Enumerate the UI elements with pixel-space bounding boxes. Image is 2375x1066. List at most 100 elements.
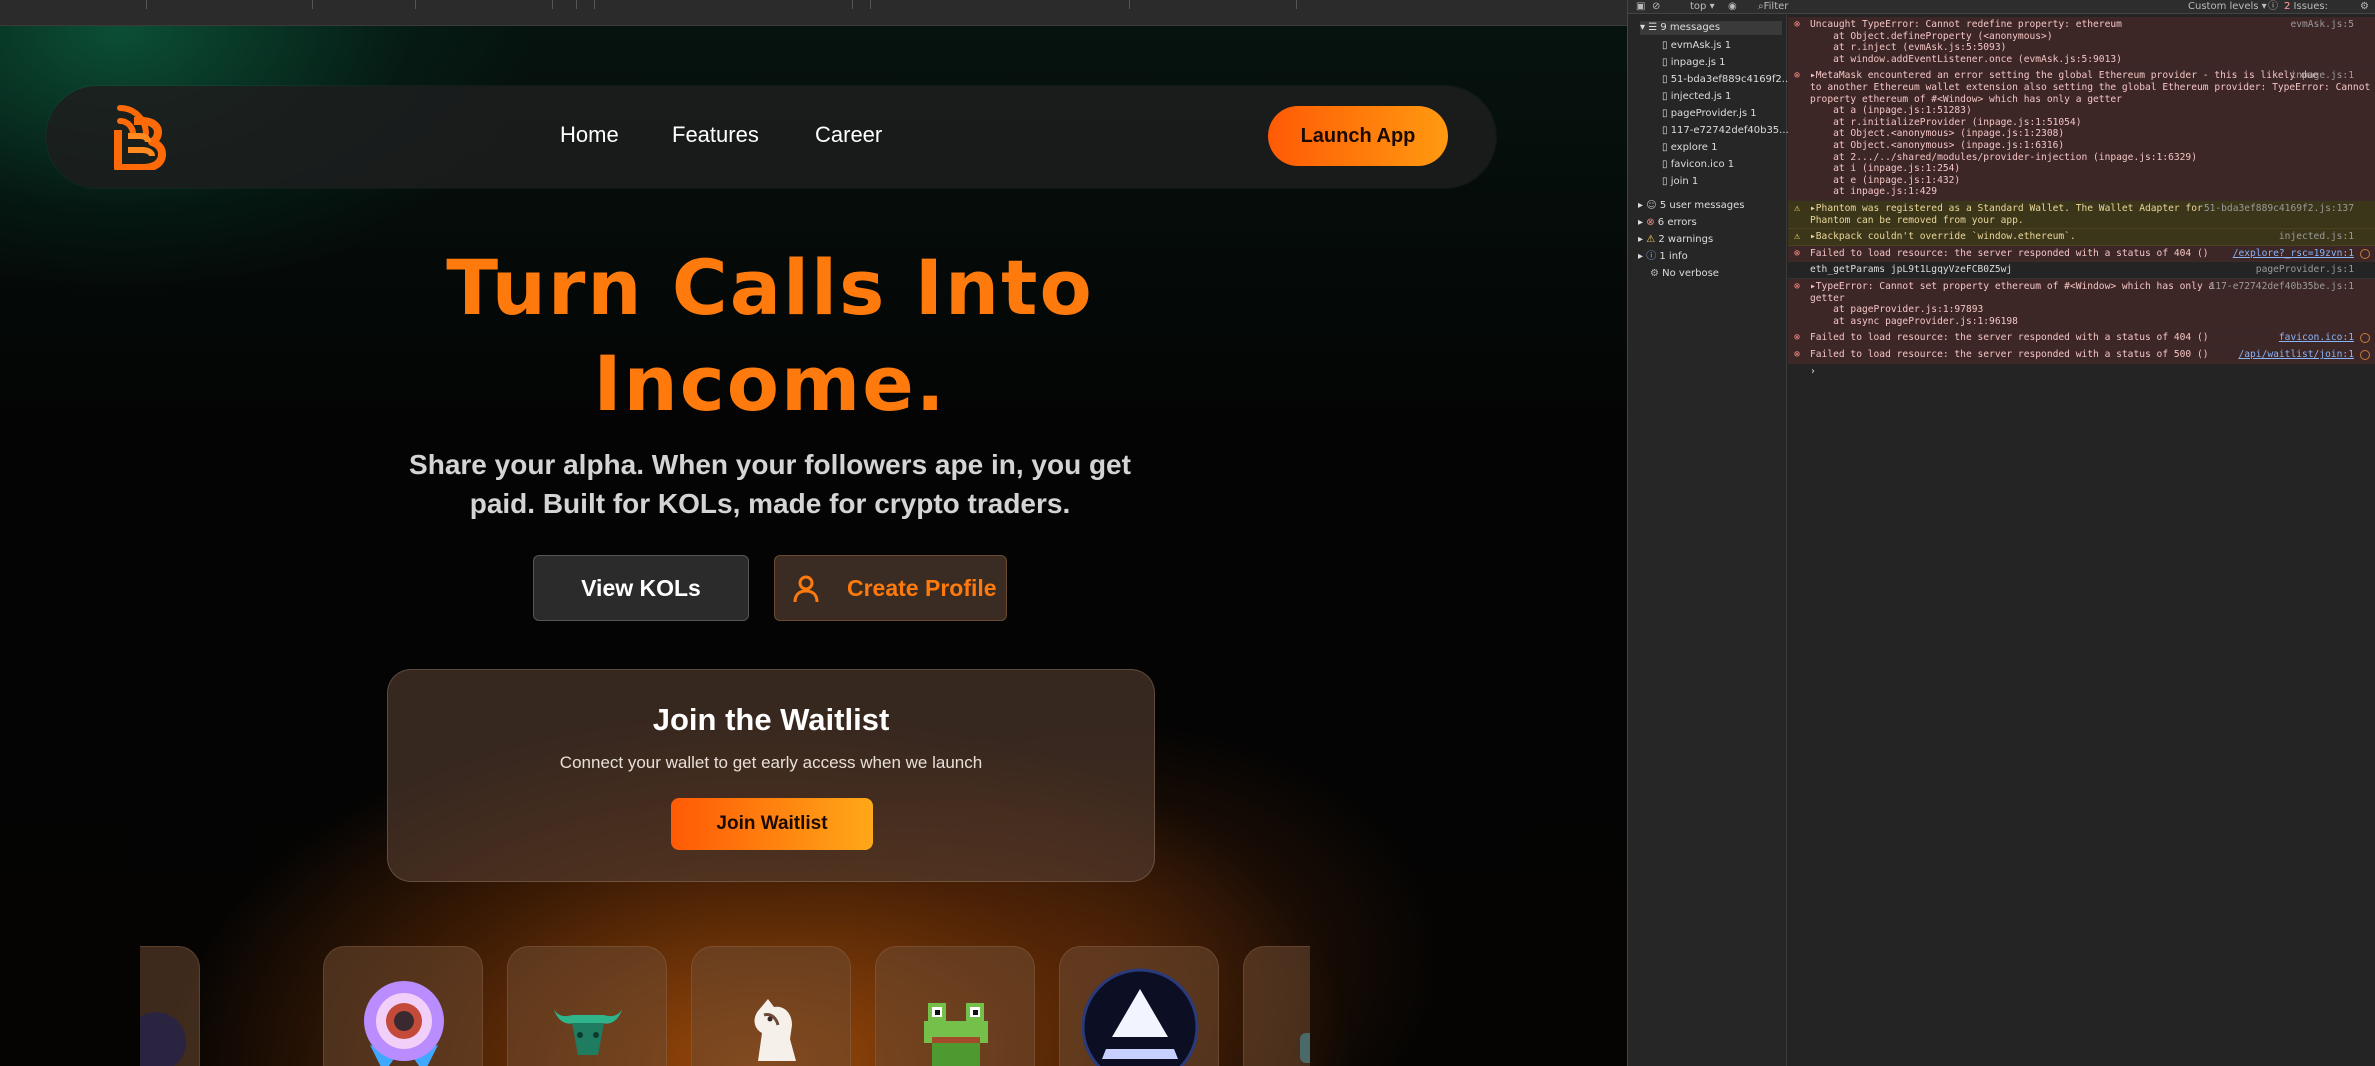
log-source-link[interactable]: favicon.ico:1 <box>2279 332 2354 344</box>
warning-icon: ⚠ <box>1646 234 1656 245</box>
create-profile-button[interactable]: Create Profile <box>774 555 1007 621</box>
join-waitlist-button[interactable]: Join Waitlist <box>671 798 873 850</box>
file-count: 1 <box>1711 142 1718 153</box>
console-error-row[interactable]: ⊗ Uncaught TypeError: Cannot redefine pro… <box>1788 17 2375 69</box>
sidebar-file-item[interactable]: ▯ 51-bda3ef889c4169f2... <box>1662 73 1791 87</box>
nav-link-career[interactable]: Career <box>815 122 882 148</box>
create-profile-label: Create Profile <box>847 574 997 601</box>
console-error-row[interactable]: ⊗ ▸MetaMask encountered an error setting … <box>1788 68 2375 201</box>
waitlist-subtitle: Connect your wallet to get early access … <box>559 753 983 772</box>
logo[interactable] <box>112 104 170 172</box>
verbose-icon: ⚙ <box>1650 268 1659 279</box>
log-source-link[interactable]: 117-e72742def40b35be.js:1 <box>2210 281 2354 293</box>
file-name: injected.js <box>1670 91 1722 102</box>
sidebar-file-item[interactable]: ▯ join 1 <box>1662 175 1698 189</box>
log-source-link[interactable]: injected.js:1 <box>2279 231 2354 243</box>
devtools-panel: ▣ ⊘ top ▾ ◉ ⌕ Filter Custom levels ▾ ⓘ 2… <box>1627 0 2375 1066</box>
file-name: join <box>1670 176 1689 187</box>
console-error-row[interactable]: ⊗ Failed to load resource: the server res… <box>1788 347 2375 364</box>
console-log: ⊗ Uncaught TypeError: Cannot redefine pro… <box>1788 15 2375 1066</box>
context-select[interactable]: top ▾ <box>1690 0 1715 13</box>
sidebar-info[interactable]: ▸ ⓘ 1 info <box>1638 250 1688 264</box>
warning-icon: ⚠ <box>1794 231 1801 243</box>
filter-input[interactable]: ⌕ Filter <box>1758 0 1788 13</box>
navbar: Home Features Career Launch App <box>46 86 1496 188</box>
network-icon[interactable] <box>2360 333 2370 344</box>
console-warning-row[interactable]: ⚠ ▸Backpack couldn't override `window.eth… <box>1788 229 2375 246</box>
hero-title-line1: Turn Calls Into <box>446 243 1094 332</box>
sidebar-file-item[interactable]: ▯ favicon.ico 1 <box>1662 158 1734 172</box>
token-card[interactable] <box>323 946 483 1066</box>
console-message-row[interactable]: eth_getParams jpL9t1LgqyVzeFCB0Z5wj pageP… <box>1788 262 2375 279</box>
file-name: 117-e72742def40b35... <box>1670 125 1789 136</box>
partial-token-icon <box>1300 1033 1310 1063</box>
eye-icon[interactable]: ◉ <box>1728 0 1737 13</box>
log-source-link[interactable]: pageProvider.js:1 <box>2256 264 2354 276</box>
partial-token-icon <box>140 1012 186 1066</box>
browser-ruler-strip <box>0 0 1627 26</box>
error-icon: ⊗ <box>1794 70 1801 82</box>
horse-token-icon <box>754 999 796 1061</box>
nav-link-features[interactable]: Features <box>672 122 759 148</box>
triangle-token-icon <box>1081 968 1199 1066</box>
errors-label: 6 errors <box>1657 217 1697 228</box>
sidebar-file-item[interactable]: ▯ 117-e72742def40b35... <box>1662 124 1789 138</box>
user-icon <box>793 575 819 603</box>
token-card[interactable] <box>1059 946 1219 1066</box>
waitlist-title: Join the Waitlist <box>652 702 890 737</box>
log-text: Failed to load resource: the server resp… <box>1810 349 2209 360</box>
log-source-link[interactable]: inpage.js:1 <box>2290 70 2354 82</box>
panel-toggle-icon[interactable]: ▣ <box>1636 0 1645 13</box>
console-prompt[interactable]: › <box>1788 363 2375 378</box>
sidebar-file-item[interactable]: ▯ injected.js 1 <box>1662 90 1731 104</box>
console-error-row[interactable]: ⊗ ▸TypeError: Cannot set property ethereu… <box>1788 279 2375 331</box>
sidebar-errors[interactable]: ▸ ⊗ 6 errors <box>1638 216 1697 230</box>
file-name: pageProvider.js <box>1670 108 1748 119</box>
error-icon: ⊗ <box>1794 19 1801 30</box>
token-card[interactable] <box>691 946 851 1066</box>
log-source-link[interactable]: /api/waitlist/join:1 <box>2238 349 2354 361</box>
nav-link-home[interactable]: Home <box>560 122 619 148</box>
issues-count: 2 <box>2284 1 2291 12</box>
sidebar-verbose[interactable]: ⚙ No verbose <box>1650 267 1719 281</box>
hero-subtitle: Share your alpha. When your followers ap… <box>380 445 1160 523</box>
console-error-row[interactable]: ⊗ Failed to load resource: the server res… <box>1788 330 2375 347</box>
clear-console-icon[interactable]: ⊘ <box>1652 0 1660 13</box>
sidebar-file-item[interactable]: ▯ pageProvider.js 1 <box>1662 107 1757 121</box>
frog-token-icon <box>924 1003 988 1066</box>
hero-subtitle-line2: paid. Built for KOLs, made for crypto tr… <box>469 488 1071 519</box>
file-name: favicon.ico <box>1670 159 1725 170</box>
user-messages-label: 5 user messages <box>1659 200 1745 211</box>
log-source-link[interactable]: evmAsk.js:5 <box>2290 19 2354 31</box>
sidebar-warnings[interactable]: ▸ ⚠ 2 warnings <box>1638 233 1713 247</box>
log-source-link[interactable]: /explore?_rsc=19zvn:1 <box>2233 248 2354 260</box>
view-kols-button[interactable]: View KOLs <box>533 555 749 621</box>
sidebar-file-item[interactable]: ▯ inpage.js 1 <box>1662 56 1726 70</box>
log-text: ▸Phantom was registered as a Standard Wa… <box>1810 203 2203 226</box>
log-source-link[interactable]: 51-bda3ef889c4169f2.js:137 <box>2204 203 2354 215</box>
file-count: 1 <box>1727 159 1735 170</box>
info-icon: ⓘ <box>1646 251 1657 262</box>
sidebar-user-messages[interactable]: ▸ ☺ 5 user messages <box>1638 199 1745 213</box>
console-warning-row[interactable]: ⚠ ▸Phantom was registered as a Standard W… <box>1788 201 2375 230</box>
token-card[interactable] <box>1243 946 1310 1066</box>
sidebar-file-item[interactable]: ▯ explore 1 <box>1662 141 1717 155</box>
token-card[interactable] <box>140 946 200 1066</box>
info-label: 1 info <box>1659 251 1688 262</box>
file-count: 1 <box>1719 57 1726 68</box>
sidebar-file-item[interactable]: ▯ evmAsk.js 1 <box>1662 39 1731 53</box>
network-icon[interactable] <box>2360 248 2370 259</box>
token-card[interactable] <box>507 946 667 1066</box>
launch-app-button[interactable]: Launch App <box>1268 106 1448 166</box>
log-text: ▸TypeError: Cannot set property ethereum… <box>1810 281 2215 327</box>
log-levels-select[interactable]: Custom levels ▾ <box>2188 0 2267 13</box>
network-icon[interactable] <box>2360 350 2370 360</box>
logo-b-icon <box>114 105 166 172</box>
sidebar-messages[interactable]: ▾ ☰ 9 messages <box>1640 21 1782 35</box>
settings-gear-icon[interactable]: ⚙ <box>2360 0 2369 13</box>
console-error-row[interactable]: ⊗ Failed to load resource: the server res… <box>1788 245 2375 263</box>
file-count: 1 <box>1750 108 1757 119</box>
error-icon: ⊗ <box>1794 332 1801 344</box>
token-card[interactable] <box>875 946 1035 1066</box>
file-count: 1 <box>1724 40 1732 51</box>
